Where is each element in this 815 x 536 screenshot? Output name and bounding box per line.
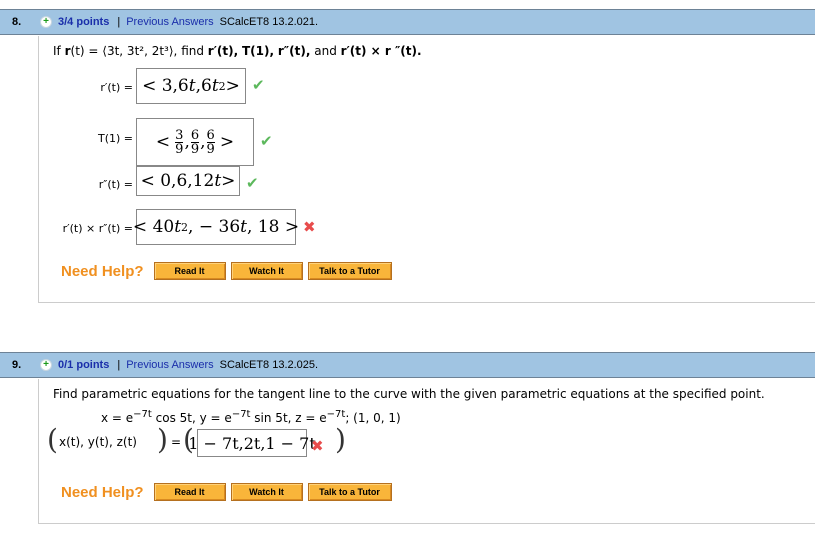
fraction: 69 [206, 127, 215, 157]
answer-text: t [240, 217, 247, 237]
need-help-row: Need Help? Read It Watch It Talk to a Tu… [61, 483, 397, 501]
prompt-item: r″(t), [277, 44, 311, 58]
answer-text: , − 36 [188, 217, 241, 237]
talk-to-tutor-button[interactable]: Talk to a Tutor [307, 483, 392, 501]
question-number: 8. [12, 16, 22, 28]
numerator: 6 [190, 127, 200, 143]
fraction: 39 [175, 127, 184, 157]
answer-input-r-double-prime[interactable]: < 0,6,12 t > [136, 166, 240, 196]
answer-label-r-double-prime: r″(t) = [98, 178, 133, 191]
fraction: 69 [190, 127, 200, 157]
prompt-item: r′(t), [207, 44, 239, 58]
answer-text: < 40 [132, 217, 175, 237]
question-meta: + 3/4 points | Previous Answers SCalcET8… [40, 16, 318, 28]
answer-text: 1 − 7t,2t,1 − 7t [188, 433, 316, 453]
incorrect-x-icon: ✖ [303, 218, 316, 236]
equation-text: ; (1, 0, 1) [345, 411, 401, 425]
open-paren: ( [47, 423, 58, 456]
expand-plus-icon[interactable]: + [40, 16, 52, 28]
answer-input-r-prime[interactable]: < 3,6 t ,6 t 2 > [136, 68, 246, 104]
answer-input-T1[interactable]: < 39, 69, 69 > [136, 118, 254, 166]
question-prompt: If r(t) = ⟨3t, 3t², 2t³⟩, find r′(t), T(… [53, 44, 422, 58]
answer-text: 2 [218, 79, 226, 93]
points-link[interactable]: 3/4 points [58, 16, 109, 28]
previous-answers-link[interactable]: Previous Answers [126, 359, 213, 371]
answer-text: t [188, 76, 196, 96]
talk-to-tutor-button[interactable]: Talk to a Tutor [307, 262, 392, 280]
answer-input-tangent-line[interactable]: 1 − 7t,2t,1 − 7t [188, 429, 316, 457]
read-it-button[interactable]: Read It [153, 262, 226, 280]
separator: | [117, 359, 121, 371]
answer-label-cross-product: r′(t) × r″(t) = [62, 222, 133, 235]
answer-label-T1: T(1) = [97, 132, 133, 145]
close-paren: ) [335, 423, 346, 456]
question-meta: + 0/1 points | Previous Answers SCalcET8… [40, 359, 318, 371]
equation-text: x = e [101, 411, 134, 425]
points-link[interactable]: 0/1 points [58, 359, 109, 371]
answer-label-xyz: x(t), y(t), z(t) [59, 435, 137, 449]
exponent: −7t [326, 409, 346, 420]
question-number: 9. [12, 359, 22, 371]
answer-text: t [211, 76, 219, 96]
expand-plus-icon[interactable]: + [40, 359, 52, 371]
denominator: 9 [206, 141, 215, 157]
watch-it-button[interactable]: Watch It [230, 262, 303, 280]
previous-answers-link[interactable]: Previous Answers [126, 16, 213, 28]
exponent: −7t [133, 409, 152, 420]
answer-text: t [174, 217, 182, 237]
prompt-vector: ⟨3t, 3t², 2t³⟩, [102, 44, 178, 58]
answer-text: 2 [181, 220, 189, 234]
exponent: −7t [231, 409, 251, 420]
answer-label-r-prime: r′(t) = [100, 81, 133, 94]
parametric-equations: x = e−7t cos 5t, y = e−7t sin 5t, z = e−… [101, 409, 401, 425]
prompt-find: find [181, 44, 204, 58]
answer-text: , 18 > [246, 217, 300, 237]
answer-text: > [221, 171, 236, 191]
question-8-header: 8. + 3/4 points | Previous Answers SCalc… [0, 9, 815, 35]
prompt-item: r′(t) × r ″(t). [340, 44, 422, 58]
correct-check-icon: ✔ [252, 76, 265, 94]
incorrect-x-icon: ✖ [311, 437, 324, 455]
answer-input-cross-product[interactable]: < 40 t 2, − 36 t, 18 > [132, 209, 300, 245]
prompt-text: If [53, 44, 61, 58]
answer-text: t [214, 171, 222, 191]
answer-text: ,6 [195, 76, 212, 96]
question-prompt: Find parametric equations for the tangen… [53, 387, 765, 401]
prompt-t: (t) = [70, 44, 99, 58]
question-9-header: 9. + 0/1 points | Previous Answers SCalc… [0, 352, 815, 378]
denominator: 9 [175, 141, 184, 157]
answer-text: > [219, 132, 235, 152]
correct-check-icon: ✔ [260, 132, 273, 150]
answer-text: < 3,6 [142, 76, 189, 96]
separator: | [117, 16, 121, 28]
answer-text: > [225, 76, 240, 96]
prompt-item: and [314, 44, 337, 58]
equation-text: sin 5t, z = e [250, 411, 327, 425]
close-paren: ) [157, 423, 168, 456]
denominator: 9 [190, 141, 200, 157]
equals-sign: = [171, 435, 182, 449]
question-8-body: If r(t) = ⟨3t, 3t², 2t³⟩, find r′(t), T(… [38, 36, 815, 303]
numerator: 3 [175, 127, 184, 143]
read-it-button[interactable]: Read It [153, 483, 226, 501]
watch-it-button[interactable]: Watch It [230, 483, 303, 501]
need-help-row: Need Help? Read It Watch It Talk to a Tu… [61, 262, 397, 280]
need-help-label: Need Help? [61, 262, 144, 280]
prompt-item: T(1), [241, 44, 275, 58]
numerator: 6 [206, 127, 215, 143]
problem-code: SCalcET8 13.2.021. [219, 16, 319, 28]
question-9-body: Find parametric equations for the tangen… [38, 379, 815, 524]
answer-text: < 0,6,12 [140, 171, 215, 191]
answer-text: < [155, 132, 171, 152]
need-help-label: Need Help? [61, 483, 144, 501]
problem-code: SCalcET8 13.2.025. [219, 359, 319, 371]
correct-check-icon: ✔ [246, 174, 259, 192]
